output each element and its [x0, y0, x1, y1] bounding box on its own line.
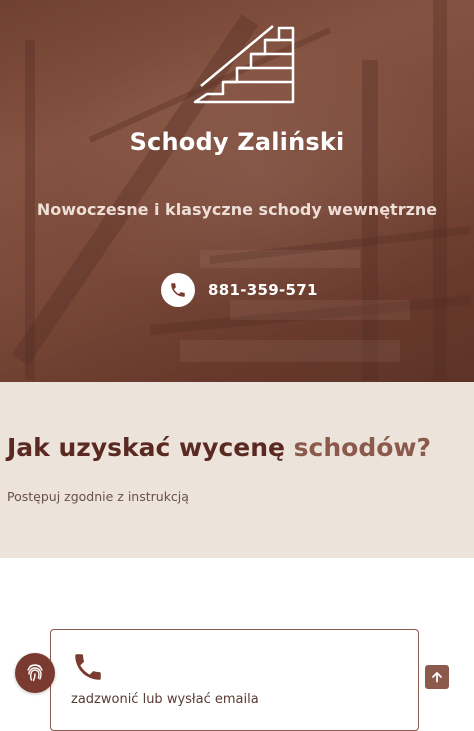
- quote-section: Jak uzyskać wycenę schodów? Postępuj zgo…: [0, 382, 474, 558]
- hero-tagline: Nowoczesne i klasyczne schody wewnętrzne: [36, 200, 438, 219]
- quote-heading-accent: schodów?: [293, 433, 432, 462]
- arrow-up-icon: [432, 672, 442, 683]
- fingerprint-icon: [27, 664, 43, 682]
- phone-link[interactable]: 881-359-571: [161, 273, 318, 307]
- quote-heading: Jak uzyskać wycenę schodów?: [7, 433, 431, 462]
- step-card-text: zadzwonić lub wysłać emaila: [71, 692, 259, 707]
- scroll-to-top-button[interactable]: [425, 665, 449, 689]
- quote-subtitle: Postępuj zgodnie z instrukcją: [7, 489, 189, 504]
- quote-heading-main: Jak uzyskać wycenę: [7, 433, 294, 462]
- step-card-contact: zadzwonić lub wysłać emaila: [50, 629, 419, 731]
- brand-name: Schody Zaliński: [129, 128, 345, 156]
- hero-section: Schody Zaliński Nowoczesne i klasyczne s…: [0, 0, 474, 382]
- cookie-settings-button[interactable]: [15, 653, 55, 693]
- phone-icon: [161, 273, 195, 307]
- stairs-logo-icon: [193, 25, 295, 104]
- phone-number: 881-359-571: [208, 281, 318, 299]
- phone-icon: [71, 650, 105, 688]
